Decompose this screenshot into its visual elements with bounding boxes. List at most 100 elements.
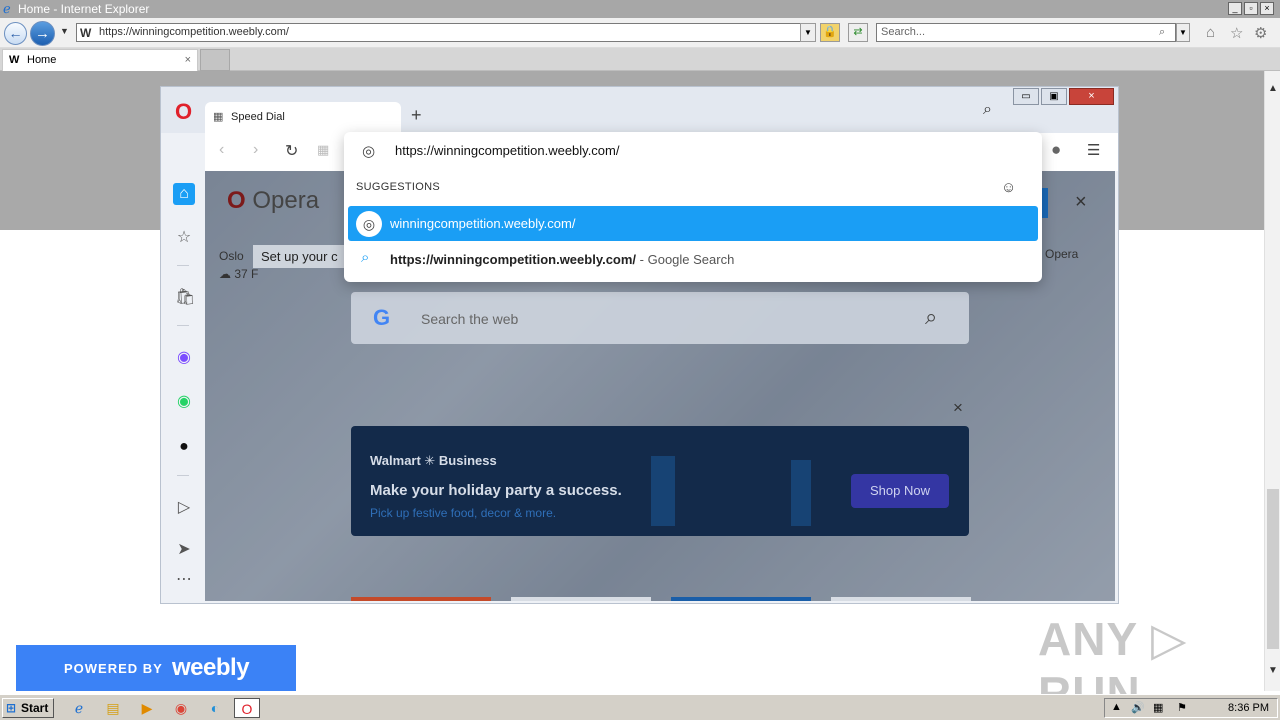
walmart-ad-banner[interactable]: Walmart ✳ Business Make your holiday par… (351, 426, 969, 536)
suggestions-header: SUGGESTIONS (356, 181, 440, 193)
speed-dial-tile[interactable] (831, 597, 971, 601)
powered-by-label: POWERED BY (64, 661, 163, 676)
ad-subtext: Pick up festive food, decor & more. (370, 506, 557, 520)
new-tab-button[interactable] (200, 49, 230, 71)
sidebar-player-icon[interactable]: ▷ (175, 499, 193, 517)
suggestion-item-search[interactable]: ⌕ https://winningcompetition.weebly.com/… (348, 243, 1038, 275)
tab-search-icon[interactable]: ⌕ (983, 101, 992, 119)
opera-maximize-button[interactable]: ▣ (1041, 88, 1067, 105)
opera-tiles-icon[interactable]: ▦ (317, 142, 329, 158)
back-button[interactable]: ← (4, 22, 27, 45)
globe-icon: ◎ (362, 143, 376, 160)
network-icon[interactable]: ▦ (1153, 701, 1163, 714)
ie-title-bar: ℯ Home - Internet Explorer _ ▫ × (0, 0, 1280, 18)
tray-expand-icon[interactable]: ▲ (1111, 701, 1122, 713)
ie-search-input[interactable]: Search... ⌕ (876, 23, 1176, 42)
taskbar-media-icon[interactable]: ▶ (134, 698, 160, 718)
sidebar-more-icon[interactable]: ⋯ (175, 571, 193, 589)
address-dropdown-button[interactable]: ▼ (800, 23, 816, 42)
google-g-icon: G (373, 305, 391, 330)
lock-icon[interactable]: 🔒 (820, 23, 840, 42)
powered-by-weebly-banner[interactable]: POWERED BY weebly (16, 645, 296, 691)
gear-icon[interactable]: ⚙ (1254, 24, 1267, 42)
shop-now-button[interactable]: Shop Now (851, 474, 949, 508)
flag-icon[interactable]: ⚑ (1177, 701, 1187, 714)
speed-dial-tile[interactable] (511, 597, 651, 601)
favorites-star-icon[interactable]: ☆ (1230, 24, 1243, 42)
recent-pages-icon[interactable]: ▼ (60, 26, 69, 36)
smiley-icon[interactable]: ☺ (1001, 179, 1016, 196)
sidebar-tiktok-icon[interactable]: ● (175, 438, 193, 456)
sidebar-send-icon[interactable]: ➤ (175, 541, 193, 559)
home-icon[interactable]: ⌂ (1206, 24, 1215, 41)
sidebar-bookmarks-icon[interactable]: ☆ (175, 229, 193, 247)
sidebar-home-icon[interactable]: ⌂ (173, 183, 195, 205)
refresh-icon[interactable]: ⇄ (848, 23, 868, 42)
address-bar[interactable]: W https://winningcompetition.weebly.com/ (76, 23, 816, 42)
search-placeholder: Search... (881, 26, 926, 38)
opera-tab-label: Speed Dial (231, 111, 285, 123)
suggestion-url: https://winningcompetition.weebly.com/ (390, 252, 637, 267)
speed-dial-tile[interactable] (351, 597, 491, 601)
sidebar-messenger-icon[interactable]: ◉ (175, 349, 193, 367)
ad-brand: Walmart ✳ Business (370, 453, 497, 468)
opera-right-label: Opera (1045, 247, 1079, 261)
search-web-placeholder: Search the web (421, 311, 519, 327)
system-tray: ▲ 🔊 ▦ ⚑ 8:36 PM (1104, 698, 1278, 718)
sidebar-separator (177, 265, 189, 266)
taskbar-ie-icon[interactable]: ℯ (66, 698, 92, 718)
search-icon[interactable]: ⌕ (1159, 24, 1165, 41)
scroll-up-icon[interactable]: ▲ (1268, 83, 1278, 94)
address-suggestions-dropdown: ◎ https://winningcompetition.weebly.com/… (344, 132, 1042, 282)
opera-tab-bar: O ▦ Speed Dial + ⌕ ▭ ▣ × (161, 87, 1118, 133)
banner-close-icon[interactable]: × (1075, 191, 1087, 214)
opera-reload-icon[interactable]: ↻ (285, 141, 298, 161)
ie-logo-icon: ℯ (3, 1, 11, 16)
volume-icon[interactable]: 🔊 (1131, 701, 1145, 714)
setup-prompt[interactable]: Set up your c (253, 245, 346, 268)
opera-forward-icon[interactable]: › (253, 141, 258, 159)
ad-close-icon[interactable]: × (953, 398, 963, 418)
minimize-button[interactable]: _ (1228, 2, 1242, 15)
opera-address-input[interactable]: https://winningcompetition.weebly.com/ (395, 143, 619, 158)
profile-avatar-icon[interactable]: ● (1051, 140, 1061, 160)
speed-dial-grid-icon: ▦ (213, 111, 224, 123)
taskbar-opera-icon[interactable]: O (234, 698, 260, 718)
start-button[interactable]: ⊞ Start (2, 698, 54, 718)
page-scrollbar[interactable]: ▲ ▼ (1264, 71, 1280, 691)
ie-tab-home[interactable]: W Home × (2, 49, 198, 71)
close-button[interactable]: × (1260, 2, 1274, 15)
suggestion-text: winningcompetition.weebly.com/ (390, 216, 576, 231)
google-search-box[interactable]: G Search the web ⌕ (351, 292, 969, 344)
opera-close-button[interactable]: × (1069, 88, 1114, 105)
sidebar-shopping-icon[interactable]: 🛍 (175, 289, 195, 307)
opera-logo-icon[interactable]: O (175, 99, 192, 125)
ad-headline: Make your holiday party a success. (370, 482, 622, 499)
start-label: Start (21, 701, 49, 715)
sidebar-whatsapp-icon[interactable]: ◉ (175, 393, 193, 411)
forward-button[interactable]: → (30, 21, 55, 46)
suggestion-type: - Google Search (636, 252, 735, 267)
tab-close-icon[interactable]: × (185, 50, 191, 70)
easy-setup-icon[interactable]: ☰ (1087, 141, 1100, 159)
address-text: https://winningcompetition.weebly.com/ (99, 26, 289, 38)
search-icon[interactable]: ⌕ (925, 304, 937, 330)
taskbar-chrome-icon[interactable]: ◉ (168, 698, 194, 718)
opera-minimize-button[interactable]: ▭ (1013, 88, 1039, 105)
maximize-button[interactable]: ▫ (1244, 2, 1258, 15)
taskbar-explorer-icon[interactable]: ▤ (100, 698, 126, 718)
weebly-favicon-icon: W (80, 26, 92, 40)
search-dropdown-button[interactable]: ▼ (1176, 23, 1190, 42)
sidebar-separator (177, 475, 189, 476)
opera-tab-speed-dial[interactable]: ▦ Speed Dial (205, 102, 401, 133)
opera-back-icon[interactable]: ‹ (219, 141, 224, 159)
window-title: Home - Internet Explorer (18, 2, 150, 16)
speed-dial-tile[interactable] (671, 597, 811, 601)
taskbar-edge-icon[interactable]: ◐ (202, 698, 228, 718)
clock[interactable]: 8:36 PM (1228, 702, 1269, 714)
suggestion-item-site[interactable]: ◎ winningcompetition.weebly.com/ (348, 206, 1038, 241)
globe-icon: ◎ (356, 211, 382, 237)
opera-o-icon: O (227, 187, 246, 214)
windows-logo-icon: ⊞ (6, 701, 17, 715)
new-tab-plus-icon[interactable]: + (411, 105, 422, 126)
